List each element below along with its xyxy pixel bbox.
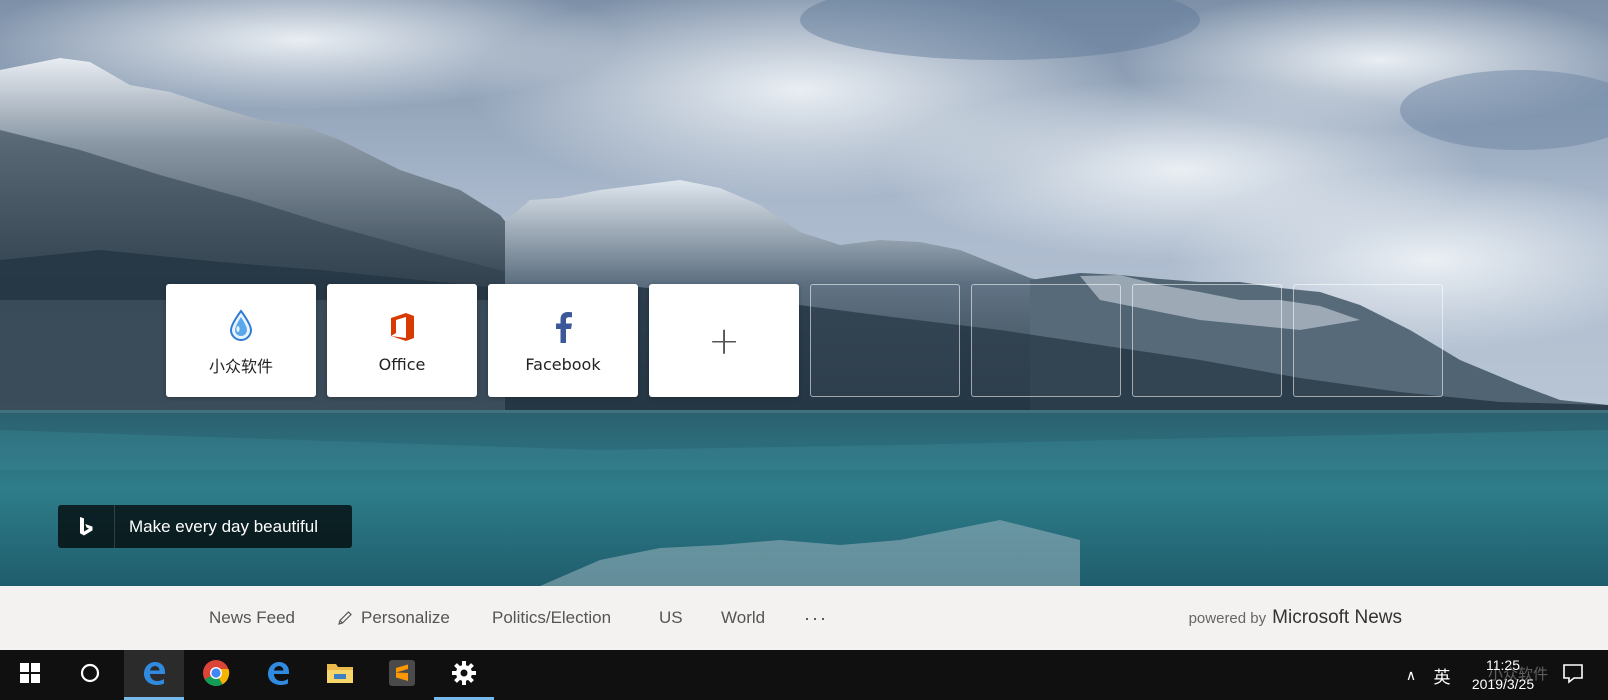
clock[interactable]: 11:25 2019/3/25 (1462, 656, 1544, 694)
nav-politics-election[interactable]: Politics/Election (492, 586, 611, 650)
edge-icon (264, 659, 292, 692)
action-center-button[interactable] (1553, 650, 1593, 700)
more-button[interactable]: ··· (804, 586, 828, 650)
bing-icon (58, 505, 115, 548)
nav-label: Politics/Election (492, 608, 612, 627)
caption-text: Make every day beautiful (129, 516, 318, 536)
nav-us[interactable]: US (659, 586, 683, 650)
input-method-indicator[interactable]: 英 (1428, 650, 1456, 700)
office-icon (386, 311, 418, 343)
taskbar-chrome[interactable] (186, 650, 246, 700)
nav-label: News Feed (209, 608, 295, 627)
settings-icon (451, 660, 477, 691)
top-site-label: 小众软件 (208, 356, 273, 376)
top-site-tile[interactable]: Office (327, 284, 477, 397)
sublime-text-icon (389, 659, 415, 691)
taskbar-sublime-text[interactable] (372, 650, 432, 700)
start-button[interactable] (0, 650, 60, 700)
image-caption[interactable]: Make every day beautiful (58, 505, 352, 548)
empty-site-slot[interactable] (1293, 284, 1443, 397)
nav-label: US (659, 608, 683, 627)
chevron-up-icon: ∧ (1405, 666, 1417, 683)
taskbar-file-explorer[interactable] (310, 650, 370, 700)
powered-by[interactable]: powered by Microsoft News (1189, 586, 1402, 650)
empty-site-slot[interactable] (971, 284, 1121, 397)
cortana-button[interactable] (60, 650, 120, 700)
top-site-label: Facebook (525, 355, 601, 374)
nav-personalize[interactable]: Personalize (337, 586, 450, 650)
clock-date: 2019/3/25 (1471, 676, 1535, 692)
start-icon (20, 662, 40, 688)
ime-label: 英 (1433, 667, 1451, 688)
plus-icon: + (708, 318, 740, 363)
add-site-button[interactable]: + (649, 284, 799, 397)
cortana-icon (80, 663, 100, 688)
taskbar-edge-active[interactable] (124, 650, 184, 700)
nav-label: World (721, 608, 766, 627)
empty-site-slot[interactable] (810, 284, 960, 397)
taskbar: ∧ 英 11:25 2019/3/25 小众软件 (0, 650, 1608, 700)
pencil-icon (337, 610, 353, 626)
more-icon: ··· (804, 607, 828, 628)
water-drop-icon (225, 308, 257, 341)
show-hidden-icons-button[interactable]: ∧ (1398, 650, 1424, 700)
edge-icon (140, 659, 168, 692)
nav-world[interactable]: World (721, 586, 765, 650)
file-explorer-icon (326, 661, 354, 690)
chrome-icon (202, 659, 230, 692)
empty-site-slot[interactable] (1132, 284, 1282, 397)
top-site-label: Office (378, 355, 426, 374)
clock-time: 11:25 (1486, 657, 1520, 673)
nav-label: Personalize (361, 608, 450, 627)
notification-icon (1562, 662, 1584, 689)
microsoft-news-brand: Microsoft News (1272, 607, 1402, 628)
taskbar-settings[interactable] (434, 650, 494, 700)
facebook-icon (547, 311, 579, 343)
powered-by-text: powered by (1188, 609, 1267, 627)
nav-news-feed[interactable]: News Feed (209, 586, 295, 650)
news-bar: News Feed Personalize Politics/Election … (0, 586, 1608, 650)
top-site-tile[interactable]: Facebook (488, 284, 638, 397)
taskbar-edge[interactable] (248, 650, 308, 700)
top-site-tile[interactable]: 小众软件 (166, 284, 316, 397)
